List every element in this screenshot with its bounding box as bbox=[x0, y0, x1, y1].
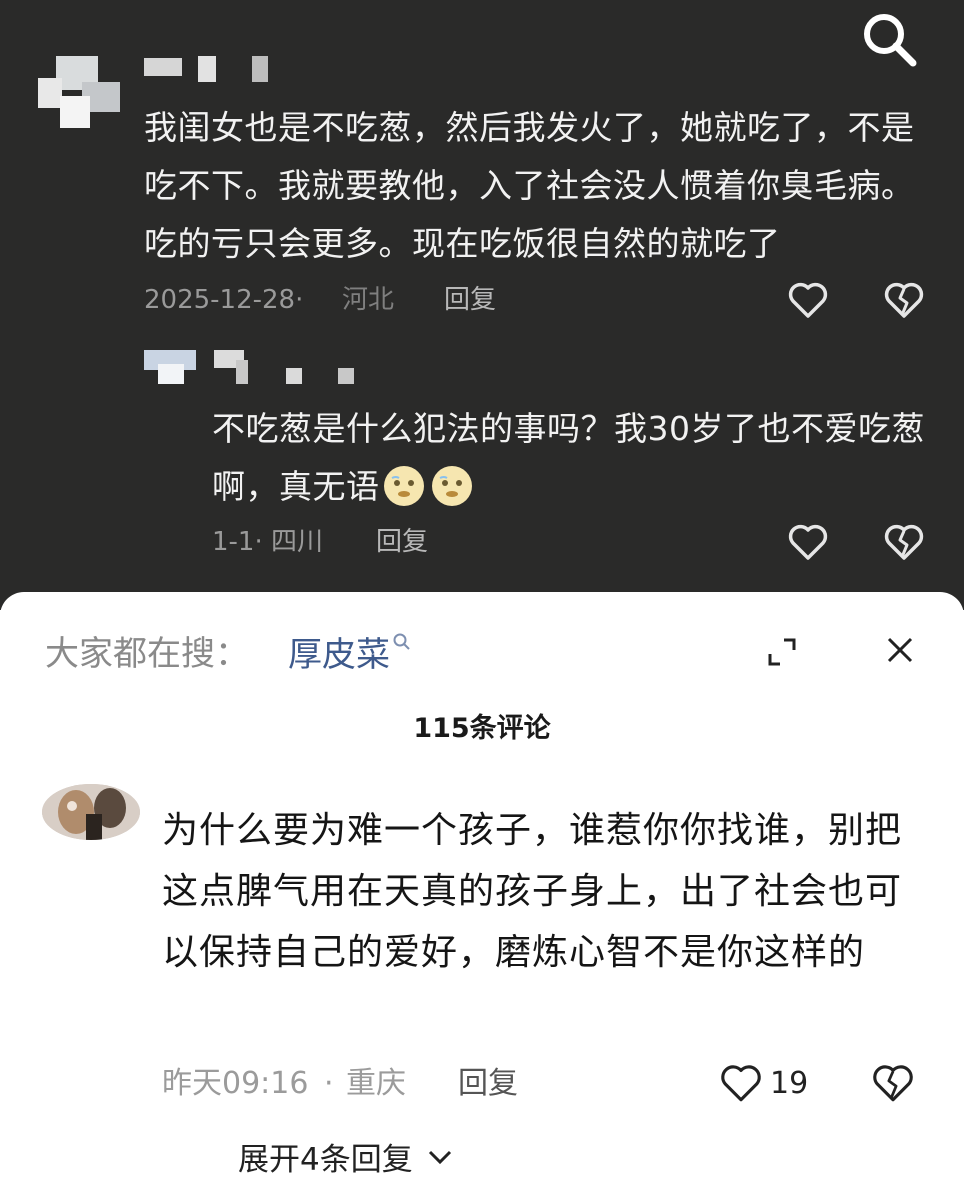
comment-count-title: 115条评论 bbox=[413, 713, 551, 744]
reply-text: 不吃葱是什么犯法的事吗？我30岁了也不爱吃葱啊，真无语 bbox=[212, 400, 932, 516]
minimize-icon bbox=[768, 638, 796, 666]
emoji-icon bbox=[382, 464, 426, 508]
like-button[interactable] bbox=[786, 520, 830, 564]
minimize-button[interactable] bbox=[764, 634, 800, 670]
reply-button[interactable]: 回复 bbox=[444, 284, 496, 316]
search-icon bbox=[864, 14, 917, 67]
comment-date: 2025-12-28· bbox=[144, 285, 304, 315]
heart-outline-icon bbox=[788, 524, 828, 560]
comment-text: 为什么要为难一个孩子，谁惹你你找谁，别把这点脾气用在天真的孩子身上，出了社会也可… bbox=[162, 810, 903, 973]
reply-button[interactable]: 回复 bbox=[458, 1066, 518, 1102]
avatar[interactable] bbox=[38, 56, 126, 128]
close-button[interactable] bbox=[884, 634, 916, 666]
comment-time: 昨天09:16 bbox=[162, 1066, 309, 1101]
comment-location: 重庆 bbox=[346, 1066, 406, 1101]
like-count: 19 bbox=[770, 1066, 809, 1101]
hot-search-term: 厚皮菜 bbox=[288, 635, 390, 675]
search-button[interactable] bbox=[858, 8, 920, 70]
meta-separator: · bbox=[324, 1066, 334, 1101]
avatar[interactable] bbox=[144, 350, 200, 386]
chevron-down-icon bbox=[428, 1150, 451, 1165]
reply-button[interactable]: 回复 bbox=[376, 526, 428, 558]
username-blurred bbox=[214, 350, 364, 386]
like-button[interactable] bbox=[786, 278, 830, 322]
expand-replies-label: 展开4条回复 bbox=[238, 1142, 413, 1178]
broken-heart-icon bbox=[884, 524, 924, 560]
dislike-button[interactable] bbox=[870, 1060, 916, 1106]
hot-search-link[interactable]: 厚皮菜 bbox=[288, 632, 412, 677]
reply-date-location: 1-1· 四川 bbox=[212, 527, 323, 557]
comment-location: 河北 bbox=[342, 285, 395, 315]
expand-replies-button[interactable]: 展开4条回复 bbox=[238, 1140, 453, 1180]
background-comment-thread: 我闺女也是不吃葱，然后我发火了，她就吃了，不是吃不下。我就要教他，入了社会没人惯… bbox=[0, 0, 964, 610]
comment-text: 我闺女也是不吃葱，然后我发火了，她就吃了，不是吃不下。我就要教他，入了社会没人惯… bbox=[144, 108, 915, 263]
username-blurred bbox=[144, 56, 274, 86]
heart-outline-icon bbox=[788, 282, 828, 318]
broken-heart-icon bbox=[884, 282, 924, 318]
emoji-icon bbox=[430, 464, 474, 508]
hot-search-prefix: 大家都在搜： bbox=[45, 634, 249, 674]
avatar[interactable] bbox=[42, 784, 140, 840]
close-icon bbox=[887, 637, 913, 663]
heart-outline-icon bbox=[721, 1065, 761, 1102]
dislike-button[interactable] bbox=[882, 278, 926, 322]
reply-text-content: 不吃葱是什么犯法的事吗？我30岁了也不爱吃葱啊，真无语 bbox=[212, 409, 925, 506]
broken-heart-icon bbox=[873, 1065, 913, 1102]
dislike-button[interactable] bbox=[882, 520, 926, 564]
search-icon bbox=[393, 633, 410, 650]
like-button[interactable]: 19 bbox=[718, 1060, 818, 1108]
